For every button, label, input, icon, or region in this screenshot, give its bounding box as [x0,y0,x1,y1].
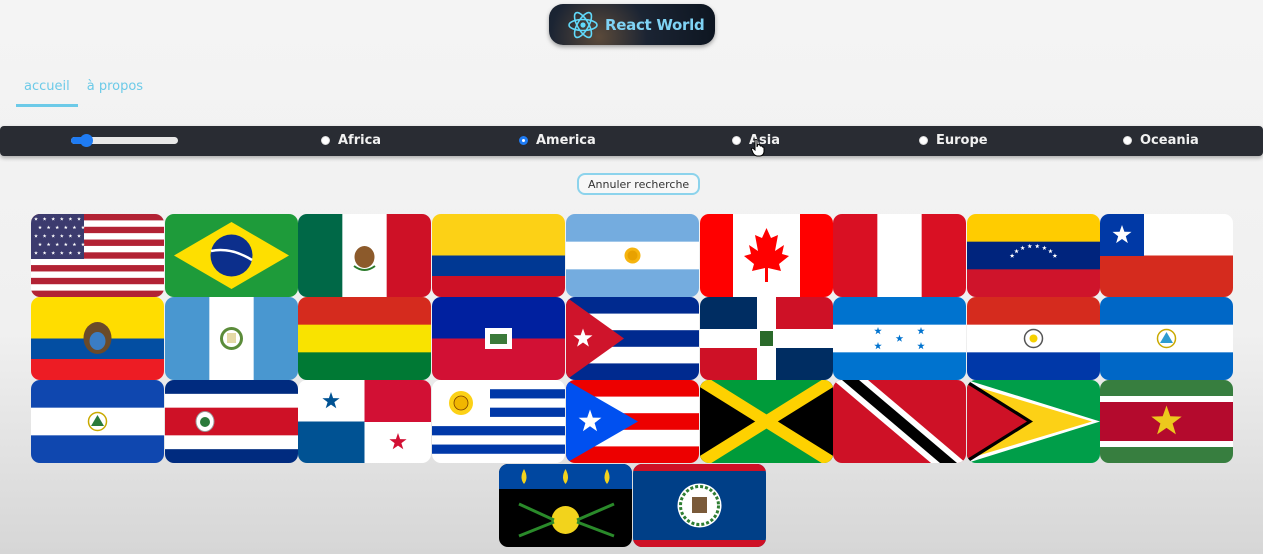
flag-peru-icon [833,214,966,297]
flag-argentina[interactable] [566,214,699,297]
flag-el-salvador-icon [31,380,164,463]
radio-label: Africa [338,133,382,148]
flag-trinidad-and-tobago-icon [833,380,966,463]
flag-canada[interactable] [700,214,833,297]
slider-thumb[interactable] [79,134,93,147]
flag-haiti-icon [432,297,565,380]
logo-text: React World [605,15,705,34]
flag-jamaica[interactable] [700,380,833,463]
radio-button[interactable] [732,136,741,145]
radio-africa[interactable]: Africa [321,133,381,148]
flag-guyana[interactable] [967,380,1100,463]
flag-count-slider[interactable] [71,134,178,147]
flag-cuba-icon [566,297,699,380]
flag-suriname-icon [1100,380,1233,463]
flag-belize-icon [633,464,766,547]
flag-paraguay[interactable] [967,297,1100,380]
flag-chile-icon [1100,214,1233,297]
flag-mexico[interactable] [298,214,431,297]
radio-oceania[interactable]: Oceania [1123,133,1199,148]
flag-honduras[interactable] [833,297,966,380]
flag-jamaica-icon [700,380,833,463]
flag-mexico-icon [298,214,431,297]
logo[interactable]: React World [549,4,715,45]
flag-costa-rica[interactable] [165,380,298,463]
flag-bolivia-icon [298,297,431,380]
flag-belize[interactable] [633,464,766,547]
nav-link-a-propos[interactable]: à propos [79,76,151,107]
react-icon [568,11,598,38]
flag-dominican-republic-icon [700,297,833,380]
flag-panama-icon [298,380,431,463]
flag-panama[interactable] [298,380,431,463]
flag-ecuador-icon [31,297,164,380]
nav-link-accueil[interactable]: accueil [16,76,78,107]
radio-label: Oceania [1140,133,1199,148]
flag-nicaragua-icon [1100,297,1233,380]
flag-bolivia[interactable] [298,297,431,380]
flag-puerto-rico-icon [566,380,699,463]
flag-guatemala-icon [165,297,298,380]
flag-brazil[interactable] [165,214,298,297]
flag-guadeloupe-icon [499,464,632,547]
flag-honduras-icon [833,297,966,380]
flag-nicaragua[interactable] [1100,297,1233,380]
main-nav: accueil à propos [16,76,152,107]
flag-guadeloupe[interactable] [499,464,632,547]
flag-el-salvador[interactable] [31,380,164,463]
flag-usa[interactable] [31,214,164,297]
radio-button[interactable] [1123,136,1132,145]
flag-usa-icon [31,214,164,297]
flag-puerto-rico[interactable] [566,380,699,463]
flag-argentina-icon [566,214,699,297]
flag-haiti[interactable] [432,297,565,380]
radio-america[interactable]: America [519,133,596,148]
filter-bar: Africa America Asia Europe Oceania [0,126,1263,156]
flag-dominican-republic[interactable] [700,297,833,380]
flag-trinidad-and-tobago[interactable] [833,380,966,463]
radio-europe[interactable]: Europe [919,133,988,148]
radio-button[interactable] [321,136,330,145]
flag-canada-icon [700,214,833,297]
radio-label: America [536,133,596,148]
flag-guatemala[interactable] [165,297,298,380]
flag-paraguay-icon [967,297,1100,380]
radio-button[interactable] [919,136,928,145]
flag-guyana-icon [967,380,1100,463]
hand-cursor-icon [751,139,765,157]
flag-costa-rica-icon [165,380,298,463]
cancel-search-button[interactable]: Annuler recherche [577,173,701,195]
radio-label: Europe [936,133,988,148]
flag-suriname[interactable] [1100,380,1233,463]
flag-colombia-icon [432,214,565,297]
flag-peru[interactable] [833,214,966,297]
flag-uruguay[interactable] [432,380,565,463]
flag-cuba[interactable] [566,297,699,380]
flag-ecuador[interactable] [31,297,164,380]
flag-chile[interactable] [1100,214,1233,297]
flag-brazil-icon [165,214,298,297]
radio-button[interactable] [519,136,528,145]
flag-venezuela-icon [967,214,1100,297]
flag-colombia[interactable] [432,214,565,297]
flag-venezuela[interactable] [967,214,1100,297]
flag-uruguay-icon [432,380,565,463]
